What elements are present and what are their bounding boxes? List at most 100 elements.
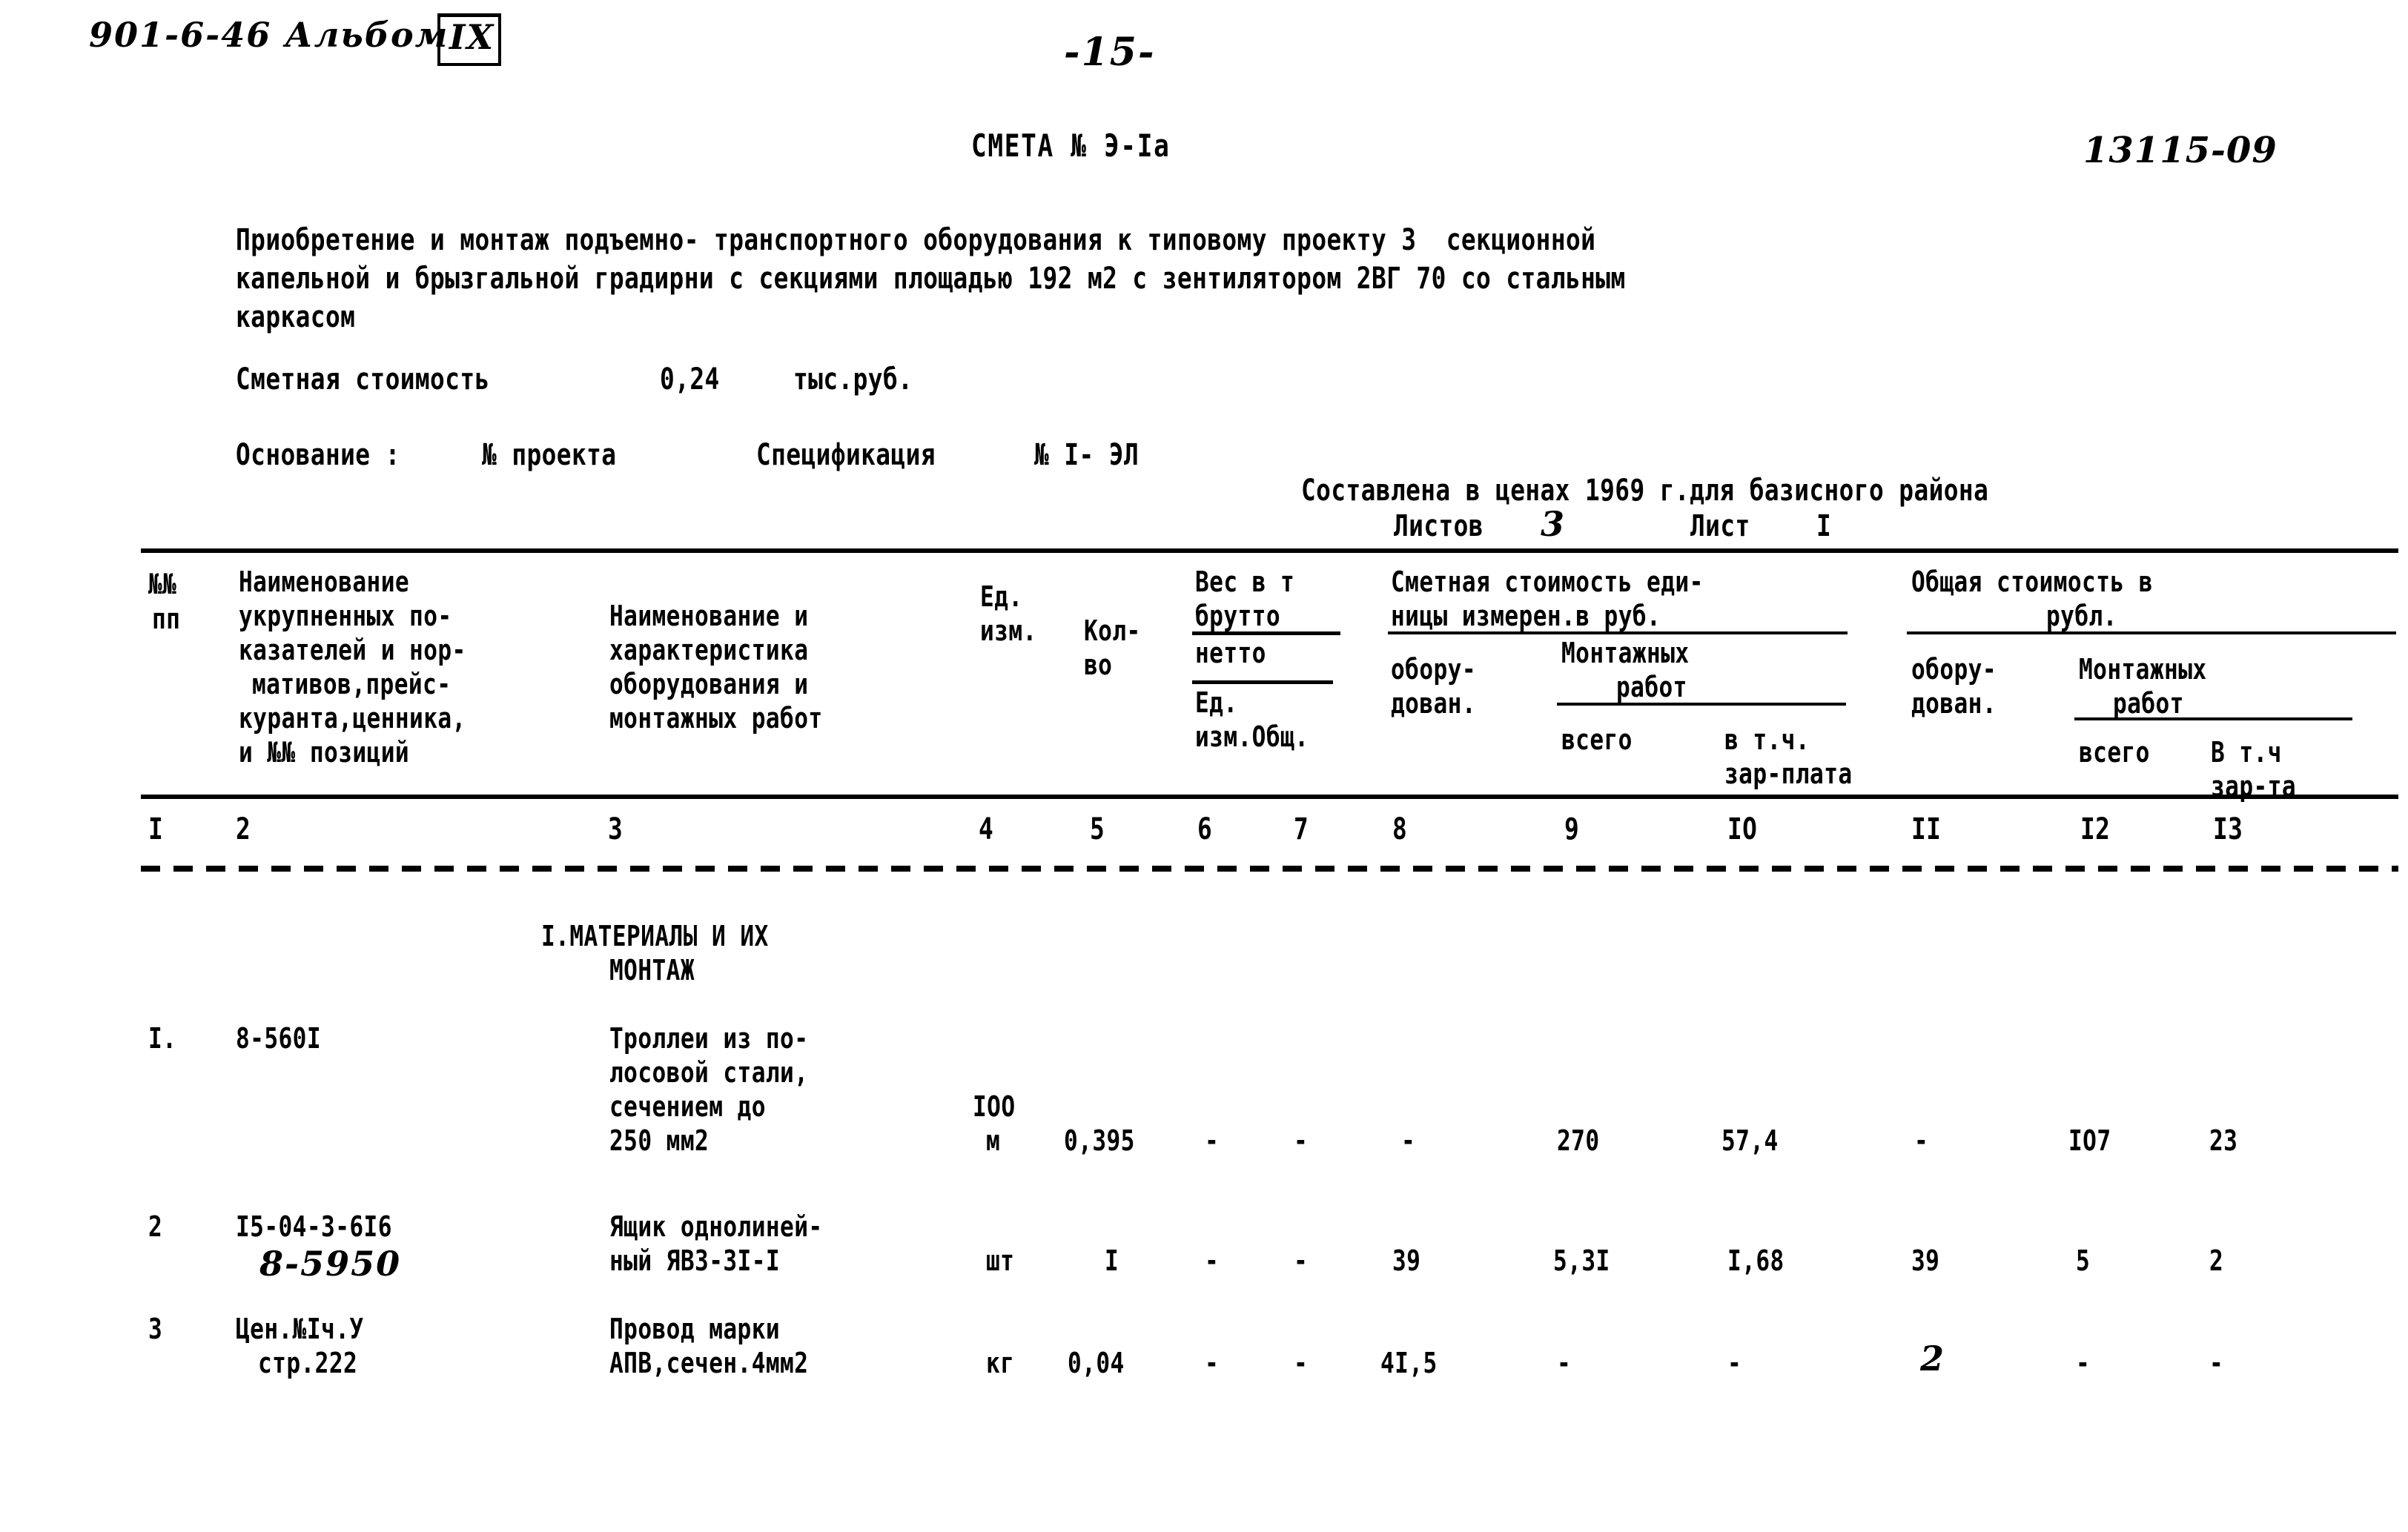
- header-weight-netto: нетто: [1195, 637, 1266, 669]
- header-col2-line2: укрупненных по-: [239, 600, 452, 632]
- row1-unitcost-equipment: -: [1401, 1124, 1416, 1157]
- header-weight-ed: Ед.: [1195, 686, 1238, 719]
- row3-total-montage: -: [2076, 1347, 2091, 1379]
- colnum-10: IO: [1727, 812, 1758, 846]
- row1-no: I.: [148, 1022, 177, 1055]
- header-total-ofwhich-line1: В т.ч: [2211, 736, 2282, 769]
- row2-unit: шт: [986, 1244, 1015, 1277]
- colnum-11: II: [1911, 812, 1942, 846]
- header-unitcost-montage-line2: работ: [1616, 671, 1687, 703]
- section-title-line1: I.МАТЕРИАЛЫ И ИХ: [541, 920, 769, 952]
- row2-unitcost-montage-salary: I,68: [1727, 1244, 1784, 1277]
- row2-weight-brutto: -: [1205, 1244, 1220, 1277]
- row1-name-line3: сечением до: [609, 1090, 766, 1123]
- row3-total-salary: -: [2209, 1347, 2224, 1379]
- header-unitcost-equipment-line2: дован.: [1391, 687, 1477, 720]
- header-unitcost-ofwhich-line2: зар-плата: [1724, 757, 1853, 790]
- header-col4-line1: Ед.: [980, 580, 1023, 613]
- album-number: IX: [449, 17, 495, 57]
- colnum-4: 4: [979, 812, 994, 846]
- colnum-1: I: [148, 812, 164, 846]
- row1-weight-brutto: -: [1205, 1124, 1220, 1157]
- total-divider: [1907, 631, 2396, 634]
- row2-qty: I: [1105, 1244, 1119, 1277]
- row1-unitcost-montage-total: 270: [1557, 1124, 1600, 1157]
- header-col3-line4: монтажных работ: [609, 702, 823, 735]
- header-total-equipment-line1: обору-: [1911, 653, 1997, 686]
- estimate-cost-unit: тыс.руб.: [793, 362, 913, 397]
- row2-name-line1: Ящик однолиней-: [609, 1210, 823, 1243]
- header-col5-line2: во: [1084, 649, 1113, 681]
- total-montage-bar: [2074, 717, 2352, 720]
- colnum-2: 2: [236, 812, 251, 846]
- header-col1-line2: пп: [152, 603, 181, 635]
- colnum-9: 9: [1564, 812, 1580, 846]
- description-line-3: каркасом: [236, 300, 356, 334]
- row2-code: I5-04-3-6I6: [236, 1210, 392, 1243]
- row3-unitcost-montage-total: -: [1557, 1347, 1572, 1379]
- header-unitcost-top-line2: ницы измерен.в руб.: [1391, 600, 1661, 632]
- header-col5-line1: Кол-: [1084, 614, 1141, 647]
- row3-code-line2: стр.222: [258, 1347, 358, 1379]
- row2-code-handwritten: 8-5950: [259, 1244, 402, 1284]
- row1-qty: 0,395: [1064, 1124, 1135, 1157]
- header-bottom-rule: [141, 795, 2398, 799]
- sheet-label: Лист: [1690, 509, 1750, 543]
- row2-total-salary: 2: [2209, 1244, 2224, 1277]
- prices-note: Составлена в ценах 1969 г.для базисного …: [1301, 474, 1989, 508]
- weight-unit-bar: [1192, 680, 1333, 684]
- row3-weight-netto: -: [1294, 1347, 1309, 1379]
- estimate-cost-label: Сметная стоимость: [236, 362, 490, 397]
- header-unitcost-ofwhich-line1: в т.ч.: [1724, 723, 1810, 756]
- header-unitcost-top-line1: Сметная стоимость еди-: [1391, 566, 1704, 598]
- colnum-7: 7: [1294, 812, 1309, 846]
- sheets-value: 3: [1541, 504, 1567, 544]
- colnum-dashed-rule: [141, 866, 2398, 872]
- row1-unit: м: [986, 1124, 1001, 1157]
- page-title: СМЕТА № Э-Iа: [971, 127, 1171, 164]
- header-col2-line5: куранта,ценника,: [239, 702, 466, 735]
- colnum-6: 6: [1197, 812, 1213, 846]
- header-weight-izm-obsh: изм.Общ.: [1195, 720, 1309, 753]
- header-total-montage-line1: Монтажных: [2079, 653, 2207, 686]
- sheets-label: Листов: [1394, 509, 1484, 543]
- table-top-rule: [141, 548, 2398, 553]
- header-col2-line6: и №№ позиций: [239, 736, 410, 769]
- colnum-8: 8: [1392, 812, 1408, 846]
- header-total-total: всего: [2079, 736, 2150, 769]
- row3-no: 3: [148, 1313, 163, 1345]
- row2-name-line2: ный ЯВЗ-3I-I: [609, 1244, 781, 1277]
- header-unitcost-equipment-line1: обору-: [1391, 653, 1477, 686]
- basis-spec-value: № I- ЭЛ: [1034, 438, 1140, 472]
- header-col3-line1: Наименование и: [609, 600, 809, 632]
- header-unitcost-montage-line1: Монтажных: [1561, 637, 1690, 669]
- row1-total-equipment: -: [1914, 1124, 1929, 1157]
- header-weight-brutto: брутто: [1195, 600, 1281, 632]
- header-unitcost-total: всего: [1561, 723, 1633, 756]
- row2-weight-netto: -: [1294, 1244, 1309, 1277]
- row3-unit: кг: [986, 1347, 1015, 1379]
- row2-total-equipment: 39: [1911, 1244, 1940, 1277]
- row1-name-line1: Троллеи из по-: [609, 1022, 809, 1055]
- row1-weight-netto: -: [1294, 1124, 1309, 1157]
- row1-unit-top: IOO: [973, 1090, 1016, 1123]
- album-code: 901-6-46 Альбом: [89, 15, 449, 55]
- header-total-equipment-line2: дован.: [1911, 687, 1997, 720]
- row1-code: 8-560I: [236, 1022, 322, 1055]
- colnum-12: I2: [2080, 812, 2111, 846]
- row1-name-line2: лосовой стали,: [609, 1056, 809, 1089]
- row3-unitcost-montage-salary: -: [1727, 1347, 1742, 1379]
- header-col1-line1: №№: [148, 568, 177, 600]
- row3-total-equipment: 2: [1920, 1339, 1946, 1379]
- colnum-5: 5: [1090, 812, 1105, 846]
- row1-unitcost-montage-salary: 57,4: [1721, 1124, 1779, 1157]
- colnum-13: I3: [2213, 812, 2243, 846]
- sheet-value: I: [1816, 509, 1832, 543]
- header-col4-line2: изм.: [980, 614, 1037, 647]
- section-title-line2: МОНТАЖ: [609, 954, 695, 986]
- header-total-top-line1: Общая стоимость в: [1911, 566, 2153, 598]
- row3-code: Цен.№Iч.У: [236, 1313, 364, 1345]
- description-line-1: Приобретение и монтаж подъемно- транспор…: [236, 223, 1596, 257]
- row3-weight-brutto: -: [1205, 1347, 1220, 1379]
- unitcost-divider: [1388, 631, 1848, 634]
